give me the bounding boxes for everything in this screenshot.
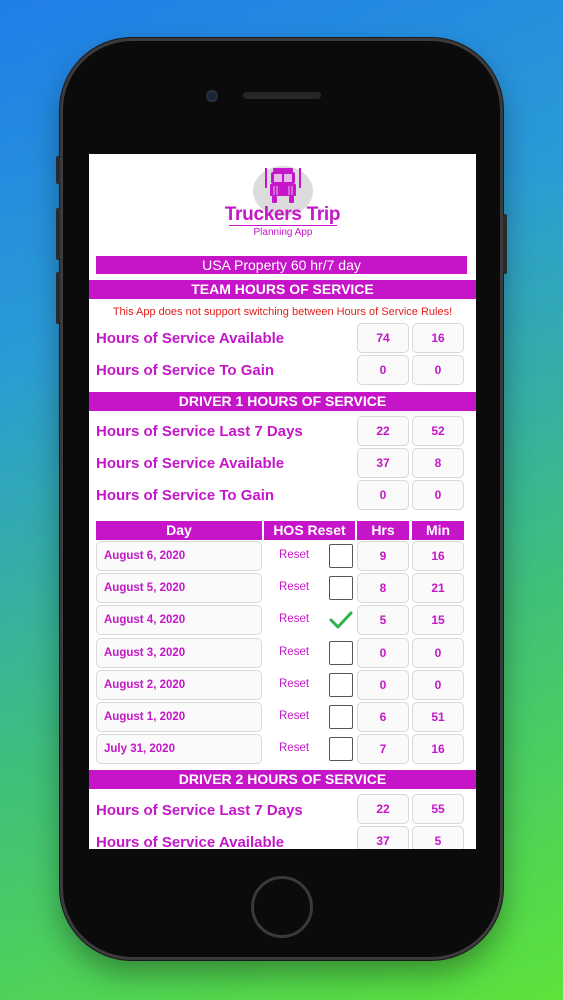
driver2-available-label: Hours of Service Available	[96, 834, 285, 849]
mute-switch	[56, 156, 60, 184]
day-row-reset-label: Reset	[279, 646, 310, 658]
logo-subtitle: Planning App	[229, 225, 337, 238]
hos-reset-checkbox[interactable]	[329, 673, 353, 697]
driver2-last7-min[interactable]: 55	[412, 794, 464, 824]
day-row-date: August 2, 2020	[96, 670, 262, 700]
team-section-header: TEAM HOURS OF SERVICE	[89, 280, 476, 299]
day-row-reset-label: Reset	[279, 742, 310, 754]
driver1-last7-label: Hours of Service Last 7 Days	[96, 423, 303, 440]
day-row-hrs[interactable]: 5	[357, 605, 409, 635]
day-row-min[interactable]: 16	[412, 541, 464, 571]
logo-title: Truckers Trip	[224, 204, 341, 225]
col-header-hos-reset: HOS Reset	[264, 521, 355, 540]
driver2-last7-label: Hours of Service Last 7 Days	[96, 802, 303, 819]
day-row-hrs[interactable]: 8	[357, 573, 409, 603]
day-row-min[interactable]: 15	[412, 605, 464, 635]
hos-reset-checkbox[interactable]	[329, 608, 353, 632]
hos-reset-checkbox[interactable]	[329, 705, 353, 729]
day-row-reset-label: Reset	[279, 549, 310, 561]
team-hos-to-gain-label: Hours of Service To Gain	[96, 362, 275, 379]
driver1-available-min[interactable]: 8	[412, 448, 464, 478]
driver2-available-min[interactable]: 5	[412, 826, 464, 849]
day-row-hrs[interactable]: 0	[357, 670, 409, 700]
team-hos-available-label: Hours of Service Available	[96, 330, 285, 347]
driver1-section-header: DRIVER 1 HOURS OF SERVICE	[89, 392, 476, 411]
hos-reset-checkbox[interactable]	[329, 576, 353, 600]
day-row-reset-label: Reset	[279, 678, 310, 690]
day-row-date: August 5, 2020	[96, 573, 262, 603]
day-row-hrs[interactable]: 7	[357, 734, 409, 764]
volume-up-button	[56, 208, 60, 260]
app-screen: Truckers Trip Planning App USA Property …	[89, 154, 476, 849]
driver1-available-label: Hours of Service Available	[96, 455, 285, 472]
power-button	[503, 214, 507, 274]
truck-icon	[265, 168, 301, 203]
team-hos-to-gain-hrs[interactable]: 0	[357, 355, 409, 385]
day-row-min[interactable]: 16	[412, 734, 464, 764]
day-row-date: August 1, 2020	[96, 702, 262, 732]
day-row-date: August 4, 2020	[96, 605, 262, 635]
driver2-available-hrs[interactable]: 37	[357, 826, 409, 849]
day-row-hrs[interactable]: 0	[357, 638, 409, 668]
driver1-last7-hrs[interactable]: 22	[357, 416, 409, 446]
front-camera	[206, 90, 218, 102]
team-hos-available-hrs[interactable]: 74	[357, 323, 409, 353]
day-row-min[interactable]: 21	[412, 573, 464, 603]
day-row-reset-label: Reset	[279, 581, 310, 593]
hos-reset-checkbox[interactable]	[329, 641, 353, 665]
driver2-last7-hrs[interactable]: 22	[357, 794, 409, 824]
driver1-to-gain-label: Hours of Service To Gain	[96, 487, 275, 504]
driver1-to-gain-min[interactable]: 0	[412, 480, 464, 510]
day-row-date: August 3, 2020	[96, 638, 262, 668]
day-row-date: July 31, 2020	[96, 734, 262, 764]
team-hos-available-min[interactable]: 16	[412, 323, 464, 353]
col-header-hrs: Hrs	[357, 521, 409, 540]
team-hos-to-gain-min[interactable]: 0	[412, 355, 464, 385]
rules-notice: This App does not support switching betw…	[112, 306, 453, 318]
day-row-reset-label: Reset	[279, 613, 310, 625]
day-row-min[interactable]: 51	[412, 702, 464, 732]
hos-reset-checkbox[interactable]	[329, 737, 353, 761]
day-row-reset-label: Reset	[279, 710, 310, 722]
day-row-hrs[interactable]: 9	[357, 541, 409, 571]
day-row-min[interactable]: 0	[412, 670, 464, 700]
driver2-section-header: DRIVER 2 HOURS OF SERVICE	[89, 770, 476, 789]
driver1-available-hrs[interactable]: 37	[357, 448, 409, 478]
earpiece-speaker	[243, 92, 321, 99]
driver1-last7-min[interactable]: 52	[412, 416, 464, 446]
rule-set-selector[interactable]: USA Property 60 hr/7 day	[96, 256, 467, 274]
app-logo: Truckers Trip Planning App	[89, 160, 476, 240]
volume-down-button	[56, 272, 60, 324]
col-header-day: Day	[96, 521, 262, 540]
home-button[interactable]	[251, 876, 313, 938]
day-row-min[interactable]: 0	[412, 638, 464, 668]
day-row-hrs[interactable]: 6	[357, 702, 409, 732]
driver1-to-gain-hrs[interactable]: 0	[357, 480, 409, 510]
hos-reset-checkbox[interactable]	[329, 544, 353, 568]
checkmark-icon	[329, 611, 353, 629]
day-row-date: August 6, 2020	[96, 541, 262, 571]
col-header-min: Min	[412, 521, 464, 540]
